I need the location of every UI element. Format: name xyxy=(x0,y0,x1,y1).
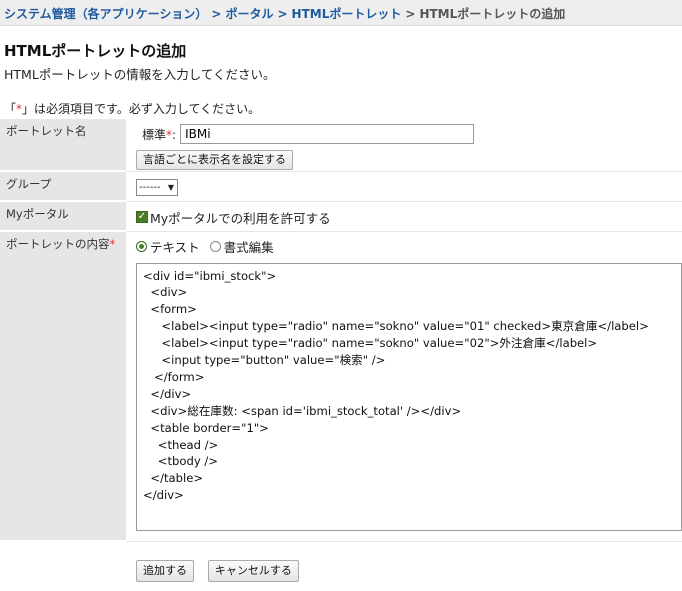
row-my-portal: Myポータル ✓ Myポータルでの利用を許可する xyxy=(0,201,682,232)
radio-text-label[interactable]: テキスト xyxy=(150,237,200,256)
breadcrumb-separator: > xyxy=(405,7,416,21)
radio-rich-edit[interactable] xyxy=(209,240,221,252)
breadcrumb-link-system-admin[interactable]: システム管理（各アプリケーション） xyxy=(4,7,207,21)
add-button[interactable]: 追加する xyxy=(136,560,194,582)
radio-rich-edit-label[interactable]: 書式編集 xyxy=(224,237,274,256)
name-line: 標準*: xyxy=(136,124,682,144)
label-portlet-content-text: ポートレットの内容 xyxy=(6,237,110,251)
content-format-radios: テキスト 書式編集 xyxy=(136,237,682,256)
chevron-down-icon: ▼ xyxy=(167,182,174,192)
label-my-portal: Myポータル xyxy=(0,201,126,232)
portlet-name-input[interactable] xyxy=(180,124,475,144)
breadcrumb-link-html-portlet[interactable]: HTMLポートレット xyxy=(292,7,402,21)
required-star: * xyxy=(109,237,116,251)
standard-label-colon: : xyxy=(172,127,177,142)
group-select[interactable]: ------ ▼ xyxy=(136,178,178,196)
breadcrumb-link-portal[interactable]: ポータル xyxy=(225,7,273,21)
form-actions: 追加する キャンセルする xyxy=(136,560,682,582)
cancel-button[interactable]: キャンセルする xyxy=(207,560,299,582)
label-group: グループ xyxy=(0,171,126,202)
standard-label: 標準*: xyxy=(142,126,176,143)
row-group: グループ ------ ▼ xyxy=(0,171,682,202)
breadcrumb-separator: > xyxy=(211,7,222,21)
field-portlet-name: 標準*: 言語ごとに表示名を設定する xyxy=(126,119,682,172)
content-textarea[interactable]: <div id="ibmi_stock"> <div> <form> <labe… xyxy=(136,262,682,531)
label-portlet-name: ポートレット名 xyxy=(0,119,126,172)
field-portlet-content: テキスト 書式編集 <div id="ibmi_stock"> <div> <f… xyxy=(126,231,682,542)
required-note: 「*」は必須項目です。必ず入力してください。 xyxy=(4,100,682,117)
portlet-form: ポートレット名 標準*: 言語ごとに表示名を設定する グループ ------▼ … xyxy=(0,119,682,542)
breadcrumb-current: HTMLポートレットの追加 xyxy=(419,7,566,21)
field-my-portal: ✓ Myポータルでの利用を許可する xyxy=(126,201,682,232)
my-portal-check-line: ✓ Myポータルでの利用を許可する xyxy=(136,208,682,227)
standard-label-text: 標準 xyxy=(142,127,167,142)
radio-text[interactable] xyxy=(136,240,147,252)
required-note-prefix: 「 xyxy=(4,102,17,116)
allow-my-portal-checkbox[interactable]: ✓ xyxy=(136,211,148,223)
set-display-name-per-language-button[interactable]: 言語ごとに表示名を設定する xyxy=(136,150,293,170)
label-portlet-content: ポートレットの内容* xyxy=(0,231,126,542)
row-portlet-name: ポートレット名 標準*: 言語ごとに表示名を設定する xyxy=(0,119,682,172)
row-portlet-content: ポートレットの内容* テキスト 書式編集 <div id="ibmi_stock… xyxy=(0,231,682,542)
breadcrumb: システム管理（各アプリケーション） > ポータル > HTMLポートレット > HTMLポー… xyxy=(0,0,682,26)
group-select-value: ------ xyxy=(139,181,161,193)
page-description: HTMLポートレットの情報を入力してください。 xyxy=(4,67,276,82)
required-note-text: 」は必須項目です。必ず入力してください。 xyxy=(22,102,261,116)
page-title: HTMLポートレットの追加 xyxy=(4,42,187,60)
breadcrumb-separator: > xyxy=(277,7,288,21)
field-group: ------ ▼ xyxy=(126,171,682,202)
allow-my-portal-label[interactable]: Myポータルでの利用を許可する xyxy=(150,208,331,227)
